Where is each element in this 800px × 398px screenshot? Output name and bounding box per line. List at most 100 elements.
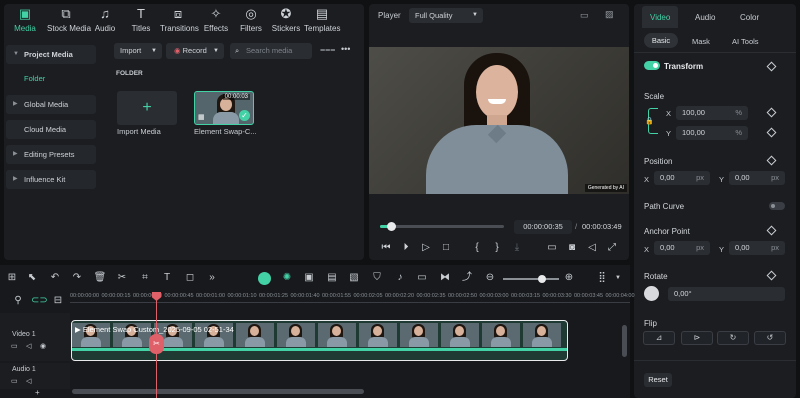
scale-x-field[interactable]: 100,00% [676,106,748,120]
path-curve-toggle[interactable] [769,202,785,210]
chevron-down-icon[interactable]: ▼ [611,271,625,285]
link-icon[interactable]: ⊂⊃ [31,294,48,308]
grid-view-icon[interactable]: ⣿ [595,271,609,285]
lock-icon[interactable]: 🔒 [645,117,654,125]
video-preview[interactable]: Generated by AI [369,47,629,194]
toolbar-audio[interactable]: ♫ Audio [87,6,123,33]
mark-out-icon[interactable]: } [490,242,504,254]
toolbar-stickers[interactable]: ✪ Stickers [268,6,304,33]
sidebar-item-folder[interactable]: Folder [24,74,45,83]
flip-vertical-icon[interactable]: ⊳ [681,331,713,345]
zoom-out-icon[interactable]: ⊖ [483,271,497,285]
vertical-scrollbar[interactable] [622,325,627,357]
snap-icon[interactable]: ⚲ [11,294,25,308]
rotate-dial[interactable] [644,286,659,301]
horizontal-scrollbar[interactable] [72,389,364,394]
current-time[interactable]: 00:00:00:35 [514,220,572,234]
rotate-right-icon[interactable]: ↻ [717,331,749,345]
subtab-mask[interactable]: Mask [692,37,710,46]
volume-icon[interactable]: ◁ [26,377,31,385]
shape-icon[interactable]: ◻ [183,271,197,285]
tab-color[interactable]: Color [740,13,759,22]
position-y-field[interactable]: 0,00 px [729,171,785,185]
anchor-y-field[interactable]: 0,00 px [729,241,785,255]
tab-audio[interactable]: Audio [695,13,715,22]
sidebar-item-global-media[interactable]: ▶ Global Media [6,95,96,114]
toolbar-transitions[interactable]: ⧈ Transitions [160,6,199,33]
position-x-field[interactable]: 0,00 px [654,171,710,185]
toolbar-stock-media[interactable]: ⧉ Stock Media [47,6,91,33]
transform-toggle[interactable] [644,61,660,70]
sidebar-item-influence-kit[interactable]: ▶ Influence Kit [6,170,96,189]
prev-frame-icon[interactable]: ⏮ [379,242,393,254]
sidebar-item-cloud-media[interactable]: Cloud Media [6,120,96,139]
volume-icon[interactable]: ◁ [26,342,31,350]
toolbar-filters[interactable]: ◎ Filters [233,6,269,33]
play-icon[interactable]: ▷ [419,242,433,254]
select-icon[interactable]: ⬉ [25,271,39,285]
toolbar-effects[interactable]: ✧ Effects [198,6,234,33]
scale-y-field[interactable]: 100,00% [676,126,748,140]
grid-icon[interactable]: ▭ [580,10,589,21]
snapshot-icon[interactable]: ▨ [605,9,614,20]
flip-horizontal-icon[interactable]: ⊿ [643,331,675,345]
rotate-field[interactable]: 0,00° [668,287,785,301]
sidebar-item-editing-presets[interactable]: ▶ Editing Presets [6,145,96,164]
mix-icon[interactable]: ⧓ [438,271,452,285]
zoom-in-icon[interactable]: ⊕ [562,271,576,285]
toolbar-media[interactable]: ▣ Media [7,6,43,33]
split-icon[interactable]: ✂ [149,334,164,354]
eye-icon[interactable]: ◉ [40,342,46,350]
rotate-left-icon[interactable]: ↺ [754,331,786,345]
replace-icon[interactable]: ▧ [347,271,361,285]
display-icon[interactable]: ▭ [545,242,559,254]
insert-icon[interactable]: ⤓ [510,242,524,254]
delete-icon[interactable]: 🗑 [93,271,107,285]
track-icon[interactable]: ⊟ [51,294,65,308]
stop-icon[interactable]: □ [439,242,453,254]
cut-icon[interactable]: ✂ [115,271,129,285]
anchor-x-field[interactable]: 0,00 px [654,241,710,255]
layout-icon[interactable]: ⊞ [5,271,19,285]
folder-icon[interactable]: ▭ [11,342,18,350]
folder-icon[interactable]: ▭ [11,377,18,385]
mic-icon[interactable]: ♪ [393,271,407,285]
shield-icon[interactable]: ⛉ [370,271,384,285]
toolbar-templates[interactable]: ▤ Templates [304,6,340,33]
zoom-slider[interactable] [503,278,559,280]
undo-icon[interactable]: ↶ [48,271,62,285]
import-media-tile[interactable]: + [117,91,177,125]
tab-video[interactable]: Video [650,13,670,22]
record-dropdown[interactable]: ◉ Record ▼ [166,43,224,59]
ai-audio-icon[interactable]: ▤ [325,271,339,285]
more-icon[interactable]: ••• [341,44,350,54]
add-track-icon[interactable]: + [35,388,40,397]
ai-clip-icon[interactable]: ▣ [302,271,316,285]
quality-dropdown[interactable]: Full Quality ▼ [409,8,483,23]
search-input[interactable]: ⌕ Search media [230,43,312,59]
volume-icon[interactable]: ◁ [585,242,599,254]
toolbar-titles[interactable]: T Titles [123,6,159,33]
mark-in-icon[interactable]: { [470,242,484,254]
zoom-handle[interactable] [538,275,546,283]
filter-icon[interactable]: ⩶ [320,44,335,55]
crop-icon[interactable]: ⌗ [138,271,152,285]
play-reverse-icon[interactable]: ⏵ [399,242,413,254]
subtab-basic[interactable]: Basic [644,33,678,48]
more-tools-icon[interactable]: » [205,271,219,285]
import-dropdown[interactable]: Import ▼ [114,43,162,59]
reset-button[interactable]: Reset [644,373,672,387]
export-icon[interactable]: ⤴ [460,271,474,285]
media-clip-thumbnail[interactable]: 00:00:03 ▦ ✓ [194,91,254,125]
video-clip[interactable]: ▶ Element Swap Custom_2025-09-05 02-51-3… [71,320,568,361]
camera-icon[interactable]: ◙ [565,242,579,254]
sparkle-icon[interactable]: ✺ [280,271,294,285]
sidebar-item-project-media[interactable]: ▼ Project Media [6,45,96,64]
text-icon[interactable]: T [160,271,174,285]
ai-icon[interactable] [258,272,271,285]
subtab-ai-tools[interactable]: AI Tools [732,37,759,46]
redo-icon[interactable]: ↷ [70,271,84,285]
caption-icon[interactable]: ▭ [415,271,429,285]
progress-track[interactable] [380,222,504,231]
fullscreen-icon[interactable]: ⤢ [605,242,619,254]
